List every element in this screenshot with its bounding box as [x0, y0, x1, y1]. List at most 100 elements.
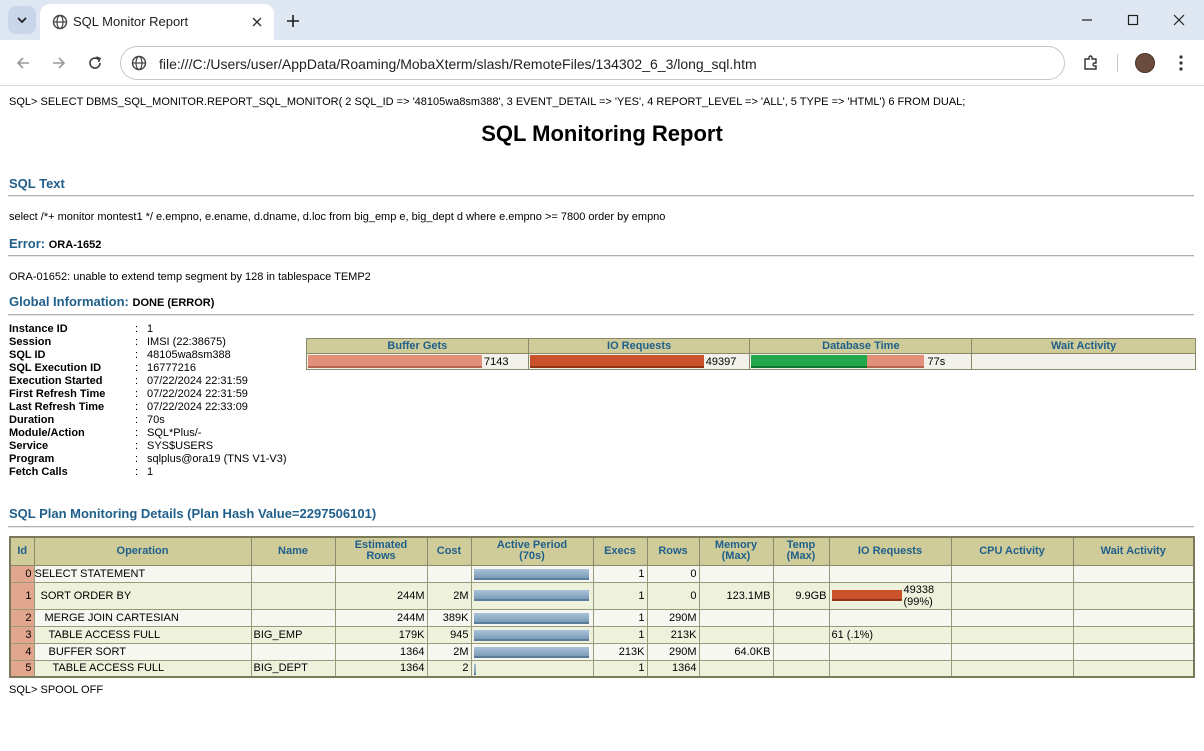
minimize-button[interactable]: [1064, 0, 1110, 40]
io-requests-bar: [831, 589, 902, 601]
plan-wait: [1072, 625, 1195, 644]
plan-rows: 290M: [646, 642, 700, 661]
plan-header-cost: Cost: [426, 536, 472, 566]
plan-header-id: Id: [9, 536, 35, 566]
info-label: Program: [9, 453, 55, 465]
url-text[interactable]: file:///C:/Users/user/AppData/Roaming/Mo…: [159, 56, 757, 72]
extensions-button[interactable]: [1078, 50, 1104, 76]
plan-io: [828, 608, 952, 627]
info-label: Instance ID: [9, 323, 68, 335]
divider: [8, 526, 1194, 528]
active-period-bar: [473, 646, 589, 658]
table-row: 0 SELECT STATEMENT 1 0: [9, 564, 1195, 583]
new-tab-button[interactable]: [282, 10, 304, 32]
plan-memory: 123.1MB: [698, 581, 774, 610]
plan-cost: 945: [426, 625, 472, 644]
maximize-button[interactable]: [1110, 0, 1156, 40]
plan-wait: [1072, 642, 1195, 661]
plan-rows: 1364: [646, 659, 700, 678]
window-close-button[interactable]: [1156, 0, 1202, 40]
plan-operation: TABLE ACCESS FULL: [33, 625, 252, 644]
info-separator: :: [135, 349, 139, 361]
info-separator: :: [135, 440, 139, 452]
active-period-bar: [473, 589, 589, 601]
db-time-wait-bar: [867, 355, 925, 368]
plan-id: 1: [9, 581, 35, 610]
plan-memory: 64.0KB: [698, 642, 774, 661]
info-separator: :: [135, 388, 139, 400]
info-value: 07/22/2024 22:31:59: [147, 375, 248, 387]
plan-execs: 213K: [592, 642, 648, 661]
info-label: Last Refresh Time: [9, 401, 105, 413]
plan-execs: 1: [592, 608, 648, 627]
tab-close-button[interactable]: [248, 13, 266, 31]
plan-memory: [698, 625, 774, 644]
plan-execs: 1: [592, 564, 648, 583]
plan-operation: SELECT STATEMENT: [33, 564, 252, 583]
active-period-bar: [473, 663, 476, 675]
tab-search-button[interactable]: [8, 6, 36, 34]
sql-command-line: SQL> SELECT DBMS_SQL_MONITOR.REPORT_SQL_…: [9, 96, 966, 108]
plan-cost: [426, 564, 472, 583]
plan-wait: [1072, 564, 1195, 583]
minimize-icon: [1082, 19, 1092, 21]
close-icon: [252, 17, 262, 27]
plan-est-rows: 1364: [334, 642, 428, 661]
plan-name: [250, 564, 336, 583]
metric-header: IO Requests: [527, 338, 751, 354]
active-period-bar: [473, 568, 589, 580]
info-label: Module/Action: [9, 427, 85, 439]
info-separator: :: [135, 362, 139, 374]
divider: [8, 195, 1194, 197]
table-row: 3 TABLE ACCESS FULL BIG_EMP 179K 945 1 2…: [9, 625, 1195, 644]
plan-name: [250, 608, 336, 627]
database-time-cell: 77s: [749, 353, 973, 370]
db-time-cpu-bar: [751, 355, 868, 368]
info-label: First Refresh Time: [9, 388, 106, 400]
plan-io: 61 (.1%): [828, 625, 952, 644]
plan-cost: 2M: [426, 642, 472, 661]
reload-icon: [89, 56, 102, 69]
plan-execs: 1: [592, 625, 648, 644]
plan-id: 3: [9, 625, 35, 644]
maximize-icon: [1127, 14, 1139, 26]
spool-off-line: SQL> SPOOL OFF: [9, 684, 104, 696]
plan-id: 2: [9, 608, 35, 627]
plan-cpu: [950, 581, 1074, 610]
plan-header-est-rows: Estimated Rows: [334, 536, 428, 566]
report-page: SQL> SELECT DBMS_SQL_MONITOR.REPORT_SQL_…: [0, 87, 1204, 751]
table-row: 4 BUFFER SORT 1364 2M 213K 290M 64.0KB: [9, 642, 1195, 661]
io-requests-value: 49397: [705, 356, 737, 368]
puzzle-icon: [1084, 55, 1097, 70]
plan-rows: 213K: [646, 625, 700, 644]
plan-cost: 2: [426, 659, 472, 678]
plan-est-rows: 179K: [334, 625, 428, 644]
plan-temp: [772, 659, 830, 678]
back-button[interactable]: [10, 50, 36, 76]
plan-active-period: [470, 608, 594, 627]
plan-active-period: [470, 642, 594, 661]
plan-est-rows: 1364: [334, 659, 428, 678]
reload-button[interactable]: [82, 50, 108, 76]
plus-icon: [287, 15, 299, 27]
active-period-bar: [473, 612, 589, 624]
info-label: Service: [9, 440, 49, 452]
io-requests-value: 49338: [903, 583, 935, 596]
plan-wait: [1072, 608, 1195, 627]
plan-cpu: [950, 659, 1074, 678]
menu-button[interactable]: [1168, 50, 1194, 76]
plan-header-execs: Execs: [592, 536, 648, 566]
page-title: SQL Monitoring Report: [481, 121, 723, 146]
plan-execs: 1: [592, 659, 648, 678]
divider: [8, 314, 1194, 316]
profile-avatar[interactable]: [1135, 53, 1155, 73]
plan-cost: 2M: [426, 581, 472, 610]
global-info-label: Global Information:: [9, 294, 129, 309]
plan-header-io-requests: IO Requests: [828, 536, 952, 566]
forward-button[interactable]: [46, 50, 72, 76]
close-icon: [1173, 14, 1185, 26]
buffer-gets-bar: [308, 355, 482, 368]
browser-tab-active[interactable]: SQL Monitor Report: [40, 4, 274, 40]
plan-io: 49338 (99%): [828, 581, 952, 610]
address-bar[interactable]: file:///C:/Users/user/AppData/Roaming/Mo…: [120, 46, 1065, 80]
